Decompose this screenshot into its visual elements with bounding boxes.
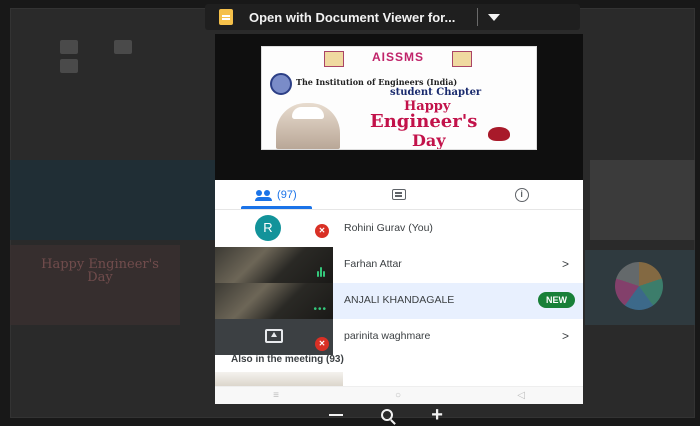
chevron-down-icon[interactable]: [488, 13, 501, 21]
background-chart: [615, 262, 663, 310]
background-toolbar: [60, 40, 200, 73]
zoom-controls: +: [310, 404, 462, 426]
tab-chat[interactable]: [338, 180, 461, 209]
background-poster-text: Happy Engineer's Day: [41, 257, 159, 285]
participant-name: ANJALI KHANDAGALE: [344, 294, 455, 306]
seal-icon: [270, 73, 292, 95]
meeting-panel: AISSMS The Institution of Engineers (Ind…: [215, 34, 583, 404]
back-icon[interactable]: ◁: [517, 390, 525, 401]
participant-tile: ✕: [215, 319, 333, 355]
shared-poster: AISSMS The Institution of Engineers (Ind…: [261, 46, 537, 150]
participant-video: •••: [215, 283, 333, 319]
new-badge: NEW: [538, 292, 575, 308]
document-icon: [219, 9, 233, 25]
portrait-image: [276, 103, 340, 149]
open-with-label: Open with Document Viewer for...: [249, 9, 456, 25]
poster-org: AISSMS: [371, 50, 424, 64]
screen: Happy Engineer's Day Open with Document …: [0, 0, 700, 426]
logo-icon: [452, 51, 472, 67]
zoom-in-icon[interactable]: +: [431, 405, 443, 425]
participant-row[interactable]: R ✕ Rohini Gurav (You): [215, 211, 583, 247]
tab-info[interactable]: i: [460, 180, 583, 209]
also-in-meeting-header: Also in the meeting (93): [231, 354, 344, 365]
people-icon: [255, 189, 273, 201]
chevron-right-icon[interactable]: >: [562, 257, 569, 271]
open-with-bar[interactable]: Open with Document Viewer for...: [205, 4, 580, 30]
chat-icon: [392, 189, 406, 200]
participant-name: Rohini Gurav (You): [344, 222, 433, 234]
meeting-tabs: (97) i: [215, 180, 583, 210]
menu-icon[interactable]: ≡: [273, 390, 279, 401]
avatar: R: [255, 215, 281, 241]
chevron-right-icon[interactable]: >: [562, 329, 569, 343]
audio-level-icon: [317, 259, 327, 277]
android-nav-bar: ≡ ○ ◁: [215, 386, 583, 404]
poster-line-2: Engineer's: [370, 111, 478, 132]
present-screen-icon: [265, 329, 283, 343]
participant-row[interactable]: ••• ANJALI KHANDAGALE NEW: [215, 283, 583, 319]
home-icon[interactable]: ○: [395, 390, 401, 401]
participant-video: [215, 247, 333, 283]
logo-icon: [324, 51, 344, 67]
poster-institution: The Institution of Engineers (India): [296, 77, 458, 87]
participant-row[interactable]: ✕ parinita waghmare >: [215, 319, 583, 355]
tab-people-count: (97): [277, 188, 297, 201]
mic-off-icon: ✕: [315, 337, 329, 351]
mic-off-icon: ✕: [315, 224, 329, 238]
divider: [477, 8, 479, 26]
participant-tile: R ✕: [215, 211, 333, 247]
participant-name: parinita waghmare: [344, 330, 431, 342]
zoom-search-icon[interactable]: [381, 409, 394, 421]
participant-name: Farhan Attar: [344, 258, 402, 270]
poster-chapter: student Chapter: [390, 87, 482, 98]
more-dots-icon: •••: [313, 304, 327, 315]
rose-image: [488, 127, 510, 141]
tab-people[interactable]: (97): [215, 180, 338, 209]
presentation-view[interactable]: AISSMS The Institution of Engineers (Ind…: [215, 34, 583, 180]
info-icon: i: [514, 187, 529, 202]
background-thumbnail: [10, 160, 215, 240]
poster-line-3: Day: [412, 131, 446, 150]
participant-video[interactable]: [215, 372, 343, 386]
background-thumbnail: [590, 160, 695, 240]
participant-row[interactable]: Farhan Attar >: [215, 247, 583, 283]
zoom-out-icon[interactable]: [329, 414, 344, 416]
